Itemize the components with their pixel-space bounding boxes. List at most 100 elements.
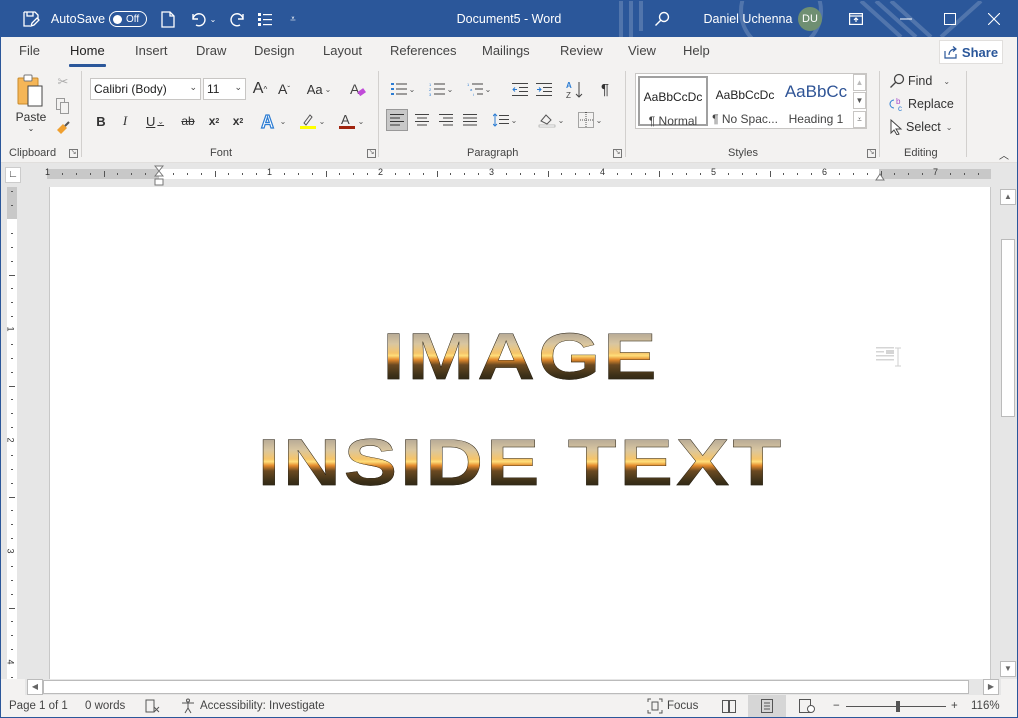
styles-scroll-down-icon[interactable]: ▼	[853, 92, 866, 109]
font-name-select[interactable]: Calibri (Body) ⌄	[90, 78, 201, 100]
italic-button[interactable]: I	[117, 111, 133, 131]
zoom-slider-handle[interactable]	[896, 701, 900, 712]
tab-layout[interactable]: Layout	[323, 43, 362, 65]
vertical-scrollbar[interactable]: ▲ ▼	[999, 187, 1017, 679]
layout-options-icon[interactable]	[876, 347, 894, 361]
horizontal-scrollbar[interactable]: ◀ ▶	[25, 679, 1001, 695]
find-button[interactable]: Find ⌄	[889, 71, 953, 91]
word-count[interactable]: 0 words	[85, 695, 125, 717]
text-effects-button[interactable]: A ⌄	[257, 111, 289, 131]
multilevel-list-button[interactable]: 1 a i ⌄	[463, 79, 495, 99]
ribbon-display-options-icon[interactable]	[845, 1, 867, 37]
tab-file[interactable]: File	[19, 43, 40, 65]
bold-button[interactable]: B	[93, 111, 109, 131]
styles-launcher-icon[interactable]: ↘	[867, 149, 876, 158]
minimize-button[interactable]	[891, 1, 921, 37]
undo-dropdown-icon[interactable]: ⌄	[208, 1, 218, 37]
change-case-button[interactable]: Aa ⌄	[303, 79, 335, 99]
web-layout-icon[interactable]	[797, 695, 817, 717]
new-document-icon[interactable]	[157, 1, 179, 37]
bullets-button[interactable]: ⌄	[387, 79, 419, 99]
tab-mailings[interactable]: Mailings	[482, 43, 530, 65]
horizontal-ruler[interactable]: 1 1 2 3 4 5 6 7	[45, 167, 991, 179]
maximize-button[interactable]	[935, 1, 965, 37]
customize-qat-icon[interactable]: ⩡	[285, 1, 301, 37]
zoom-level[interactable]: 116%	[971, 695, 1000, 717]
horizontal-scroll-thumb[interactable]	[43, 680, 969, 694]
paragraph-launcher-icon[interactable]: ↘	[613, 149, 622, 158]
vertical-scroll-thumb[interactable]	[1001, 239, 1015, 417]
scroll-right-icon[interactable]: ▶	[983, 679, 999, 695]
print-layout-icon[interactable]	[748, 695, 786, 717]
right-indent-marker-icon[interactable]	[875, 171, 885, 181]
styles-scroll-up-icon[interactable]: ▲	[853, 74, 866, 91]
format-painter-icon[interactable]	[55, 119, 71, 137]
tab-selector[interactable]: ∟	[5, 167, 21, 183]
zoom-in-button[interactable]: +	[951, 695, 958, 717]
strikethrough-button[interactable]: ab	[178, 111, 198, 131]
superscript-button[interactable]: x2	[229, 111, 247, 131]
close-button[interactable]	[979, 1, 1009, 37]
tab-insert[interactable]: Insert	[135, 43, 168, 65]
image-text-line-2[interactable]: INSIDE TEXT	[50, 430, 992, 496]
highlight-color-button[interactable]: ⌄	[295, 111, 329, 131]
replace-button[interactable]: bc Replace	[889, 94, 959, 114]
paste-dropdown-icon[interactable]: ⌄	[28, 124, 35, 133]
cut-icon[interactable]: ✂	[55, 73, 71, 91]
tab-view[interactable]: View	[628, 43, 656, 65]
decrease-indent-icon[interactable]	[510, 79, 530, 99]
borders-button[interactable]: ⌄	[573, 109, 607, 131]
style-heading-1[interactable]: AaBbCc Heading 1	[782, 76, 850, 126]
tab-draw[interactable]: Draw	[196, 43, 226, 65]
image-text-line-1[interactable]: IMAGE	[50, 324, 992, 390]
user-avatar[interactable]: DU	[797, 1, 823, 37]
indent-marker-icon[interactable]	[154, 165, 164, 187]
scroll-up-icon[interactable]: ▲	[1000, 189, 1016, 205]
shrink-font-button[interactable]: Aˇ	[274, 79, 294, 99]
vertical-ruler[interactable]: 1 2 3 4	[6, 187, 17, 679]
undo-icon[interactable]	[187, 1, 209, 37]
increase-indent-icon[interactable]	[534, 79, 554, 99]
share-button[interactable]: Share	[939, 40, 1003, 64]
font-color-button[interactable]: A ⌄	[335, 111, 367, 131]
tab-review[interactable]: Review	[560, 43, 603, 65]
underline-button[interactable]: U ⌄	[141, 111, 169, 131]
clear-formatting-icon[interactable]: A	[347, 79, 369, 99]
page-count[interactable]: Page 1 of 1	[9, 695, 68, 717]
align-right-icon[interactable]	[435, 109, 457, 131]
select-button[interactable]: Select ⌄	[889, 117, 955, 137]
scroll-left-icon[interactable]: ◀	[27, 679, 43, 695]
grow-font-button[interactable]: A ^	[250, 79, 270, 99]
numbering-button[interactable]: 1 2 3 ⌄	[425, 79, 457, 99]
style-normal[interactable]: AaBbCcDc ¶ Normal	[638, 76, 708, 128]
font-size-select[interactable]: 11 ⌄	[203, 78, 246, 100]
style-no-spacing[interactable]: AaBbCcDc ¶ No Spac...	[710, 76, 780, 126]
save-icon[interactable]	[19, 1, 43, 37]
tab-design[interactable]: Design	[254, 43, 294, 65]
tab-references[interactable]: References	[390, 43, 456, 65]
sort-icon[interactable]: AZ	[564, 79, 586, 101]
paste-button[interactable]: Paste ⌄	[11, 71, 51, 135]
styles-more-icon[interactable]: ⩡	[853, 111, 866, 128]
focus-mode-button[interactable]: Focus	[647, 695, 698, 717]
user-name[interactable]: Daniel Uchenna	[703, 1, 793, 37]
clipboard-launcher-icon[interactable]: ↘	[69, 149, 78, 158]
align-center-icon[interactable]	[411, 109, 433, 131]
search-icon[interactable]	[651, 1, 673, 37]
align-left-button[interactable]	[386, 109, 408, 131]
document-page[interactable]: IMAGE INSIDE TEXT	[49, 187, 991, 679]
tab-home[interactable]: Home	[69, 43, 106, 67]
redo-icon[interactable]	[227, 1, 249, 37]
tab-help[interactable]: Help	[683, 43, 710, 65]
bullets-quick-icon[interactable]	[255, 1, 275, 37]
subscript-button[interactable]: x2	[205, 111, 223, 131]
zoom-out-button[interactable]: −	[833, 695, 840, 717]
read-mode-icon[interactable]	[719, 695, 739, 717]
collapse-ribbon-icon[interactable]: ︿	[997, 147, 1011, 162]
show-formatting-marks-icon[interactable]: ¶	[595, 79, 615, 99]
justify-icon[interactable]	[459, 109, 481, 131]
shading-button[interactable]: ⌄	[535, 109, 567, 131]
accessibility-checker[interactable]: Accessibility: Investigate	[180, 695, 325, 717]
autosave-toggle[interactable]: Off	[109, 11, 147, 27]
line-spacing-button[interactable]: ⌄	[489, 109, 521, 131]
